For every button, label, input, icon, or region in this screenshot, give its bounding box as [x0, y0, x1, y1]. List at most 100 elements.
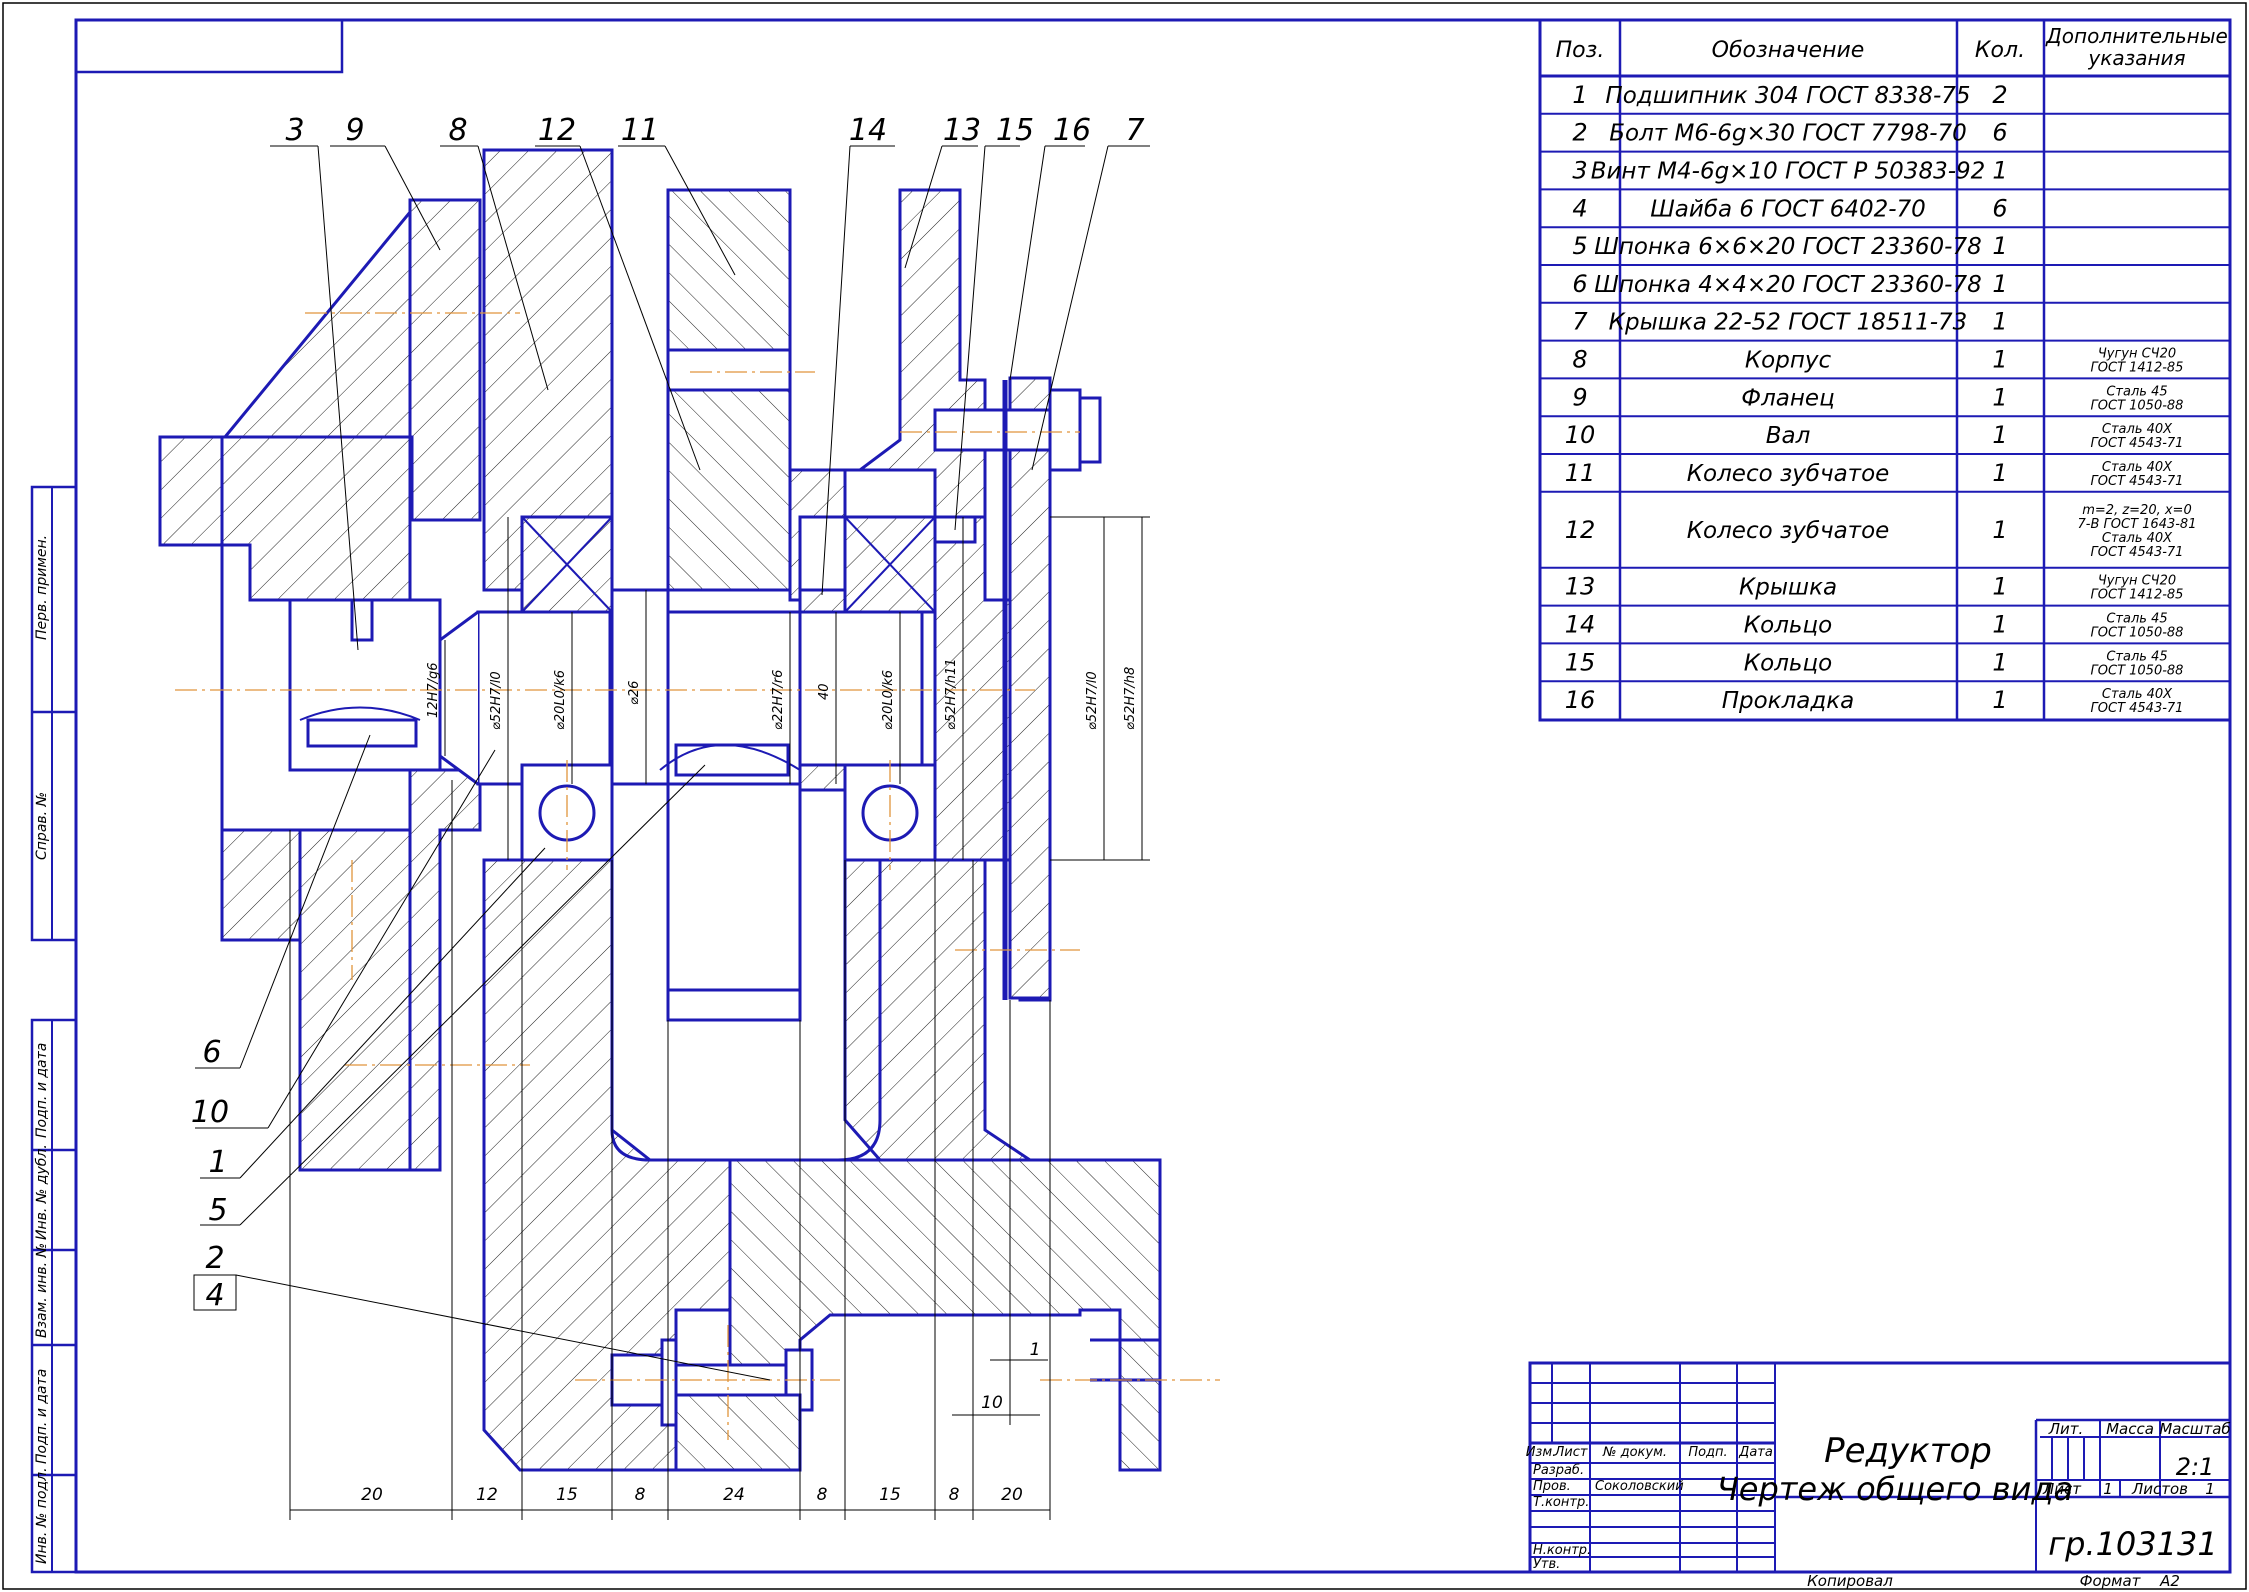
spec-row-name: Кольцо	[1744, 613, 1832, 639]
top-left-box	[74, 18, 344, 74]
dim-1: 1	[1030, 1340, 1041, 1360]
tb-copied: Копировал	[1807, 1572, 1893, 1590]
spec-row-name: Винт М4-6g×10 ГОСТ Р 50383-92	[1591, 159, 1986, 185]
leader-8: 8	[448, 113, 467, 148]
spec-row-note: Сталь 40Х	[2102, 422, 2173, 437]
side-podp2: Подп. и дата	[34, 1369, 50, 1464]
dim-8b: 8	[817, 1485, 828, 1505]
dim-20b: 20	[1001, 1485, 1023, 1505]
side-perv: Перв. примен.	[34, 535, 50, 640]
leader-10: 10	[191, 1095, 229, 1130]
side-podp1: Подп. и дата	[34, 1043, 50, 1138]
spec-header-qty: Кол.	[1975, 38, 2025, 63]
leader-2: 2	[205, 1241, 224, 1276]
spec-row-qty: 1	[1992, 308, 2007, 336]
spec-row-note: ГОСТ 4543-71	[2091, 474, 2184, 489]
spec-row-qty: 6	[1992, 194, 2007, 222]
tb-sheet-label: Лист	[2042, 1480, 2082, 1498]
leader-16: 16	[1053, 113, 1091, 148]
dim-15b: 15	[879, 1485, 901, 1505]
title-block: Изм. Лист № докум. Подп. Дата Разраб. Пр…	[1526, 1361, 2232, 1590]
spec-row-note: Сталь 40Х	[2102, 531, 2173, 546]
spec-header-designation: Обозначение	[1712, 38, 1865, 63]
spec-row-name: Шайба 6 ГОСТ 6402-70	[1650, 196, 1926, 222]
spec-header-notes: Дополнительные указания	[2045, 24, 2228, 70]
drawing-sheet: Перв. примен. Справ. № Подп. и дата Инв.…	[0, 0, 2249, 1592]
spec-row-pos: 11	[1565, 459, 1596, 487]
spec-row-qty: 1	[1992, 686, 2007, 714]
gear-11-upper	[666, 188, 792, 352]
dim-v-26: ⌀26	[627, 681, 642, 705]
dim-v-52c: ⌀52H7/l0	[1085, 671, 1100, 730]
spec-row-qty: 1	[1992, 157, 2007, 185]
tb-sheets-label: Листов	[2131, 1480, 2188, 1498]
spec-row-pos: 8	[1572, 346, 1587, 374]
spec-row-pos: 13	[1565, 573, 1596, 601]
leader-5: 5	[208, 1193, 227, 1228]
spec-row-qty: 1	[1992, 573, 2007, 601]
tb-date: Дата	[1738, 1445, 1773, 1460]
spec-row-name: Вал	[1766, 423, 1811, 449]
spec-row-note: ГОСТ 4543-71	[2091, 545, 2184, 560]
dim-15a: 15	[556, 1485, 578, 1505]
spec-row-name: Кольцо	[1744, 650, 1832, 676]
dim-v-52d: ⌀52H7/h8	[1123, 667, 1138, 730]
tb-title1: Редуктор	[1824, 1431, 1992, 1471]
spec-row-qty: 1	[1992, 232, 2007, 260]
screw-right	[933, 408, 1052, 452]
tb-nkontr: Н.контр.	[1533, 1543, 1591, 1558]
leader-14: 14	[849, 113, 887, 148]
spec-row-note: Сталь 45	[2106, 384, 2167, 399]
spec-row-note: Сталь 40Х	[2102, 460, 2173, 475]
tb-tkontr: Т.контр.	[1533, 1495, 1589, 1510]
spec-header-pos: Поз.	[1556, 38, 1605, 63]
spec-row-name: Шпонка 4×4×20 ГОСТ 23360-78	[1594, 272, 1982, 298]
spec-row-qty: 1	[1992, 421, 2007, 449]
spec-row-pos: 15	[1565, 648, 1596, 676]
dim-24: 24	[723, 1485, 745, 1505]
spec-row-name: Подшипник 304 ГОСТ 8338-75	[1605, 83, 1970, 109]
spec-row-pos: 7	[1572, 308, 1588, 336]
spec-row-name: Прокладка	[1722, 688, 1855, 714]
dim-v-52a: ⌀52H7/l0	[489, 671, 504, 730]
tb-group: гр.103131	[2048, 1525, 2217, 1563]
spec-row-name: Шпонка 6×6×20 ГОСТ 23360-78	[1594, 234, 1982, 260]
leader-1: 1	[208, 1145, 227, 1180]
leader-9: 9	[345, 113, 364, 148]
spec-row-note: Чугун СЧ20	[2098, 347, 2176, 362]
spec-row-pos: 1	[1572, 81, 1587, 109]
tb-mass: Масса	[2106, 1420, 2154, 1438]
tb-lit: Лит.	[2048, 1420, 2084, 1438]
dim-v-12h7: 12H7/g6	[426, 663, 441, 719]
tb-doc: № докум.	[1602, 1445, 1667, 1460]
spec-row-note: Сталь 40Х	[2102, 687, 2173, 702]
dim-v-22: ⌀22H7/r6	[771, 670, 786, 730]
tb-prov: Пров.	[1533, 1479, 1571, 1494]
spec-row-note: ГОСТ 1050-88	[2091, 398, 2184, 413]
leader-15: 15	[996, 113, 1034, 148]
spec-row-name: Колесо зубчатое	[1687, 461, 1890, 487]
spec-row-name: Болт М6-6g×30 ГОСТ 7798-70	[1609, 121, 1967, 147]
spec-row-qty: 6	[1992, 119, 2007, 147]
cover-13-lower	[843, 858, 1035, 1162]
spec-row-pos: 12	[1565, 516, 1596, 544]
key-5	[674, 743, 790, 777]
spec-row-name: Крышка	[1739, 575, 1837, 601]
tb-razrab: Разраб.	[1533, 1463, 1584, 1478]
side-inv-podl: Инв. № подл.	[34, 1467, 50, 1564]
spec-row-pos: 2	[1572, 119, 1587, 147]
spec-row-pos: 10	[1565, 421, 1596, 449]
side-sprav: Справ. №	[34, 792, 50, 860]
spec-row-pos: 9	[1572, 383, 1587, 411]
tb-format: А2	[2159, 1572, 2180, 1590]
spec-row-qty: 1	[1992, 611, 2007, 639]
leader-12: 12	[538, 113, 576, 148]
tb-izm: Изм.	[1526, 1445, 1557, 1460]
gear-hub	[666, 782, 802, 1022]
dim-8c: 8	[949, 1485, 960, 1505]
leader-4: 4	[205, 1278, 224, 1313]
side-stamp: Перв. примен. Справ. № Подп. и дата Инв.…	[30, 485, 78, 1574]
dim-12: 12	[476, 1485, 498, 1505]
spec-row-qty: 1	[1992, 516, 2007, 544]
tb-sign: Подп.	[1688, 1445, 1727, 1460]
